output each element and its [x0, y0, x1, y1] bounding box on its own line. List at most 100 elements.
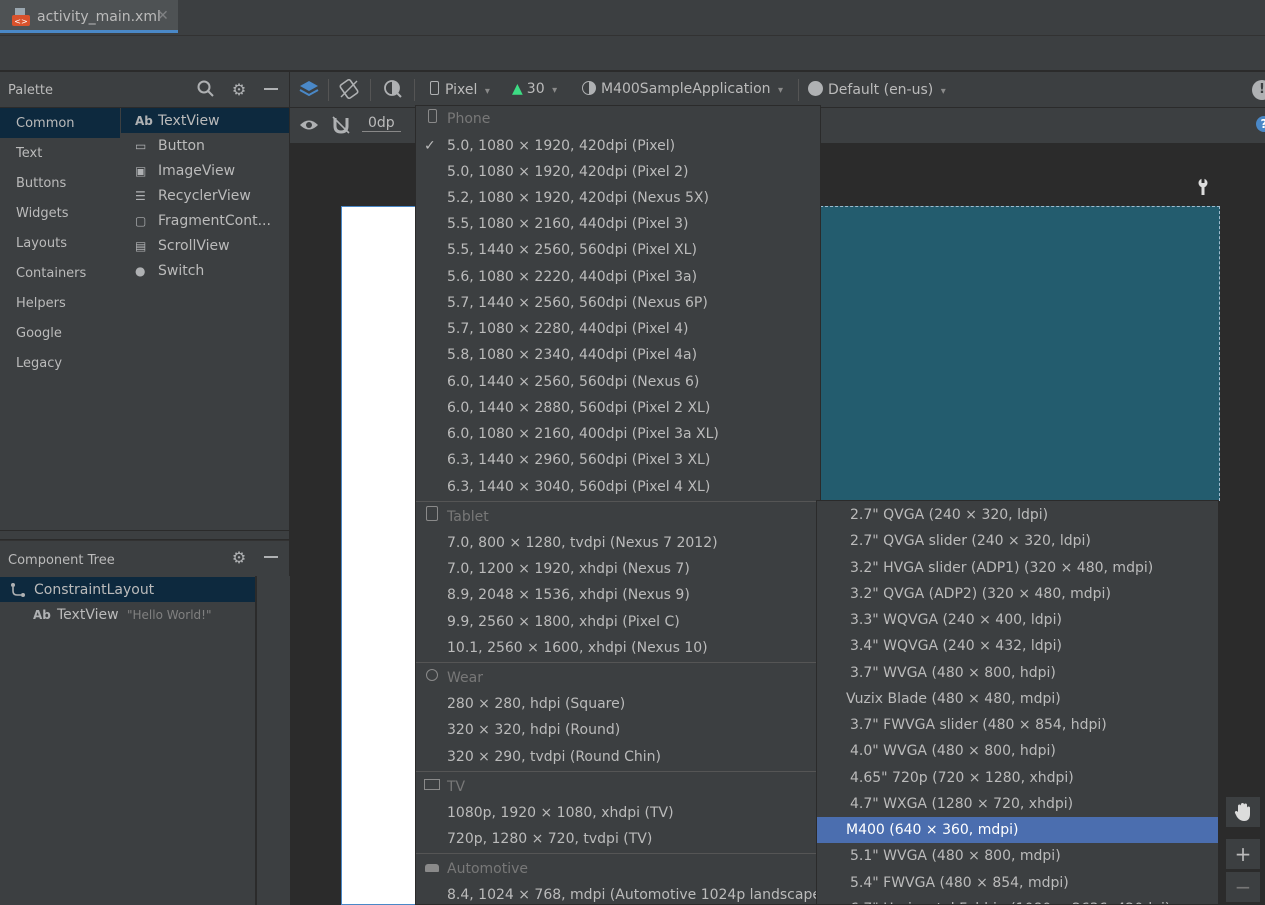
- switch-icon: ●: [135, 264, 146, 278]
- device-selector[interactable]: Pixel ▾: [430, 81, 490, 98]
- submenu-item[interactable]: 6.7" Horizontal Fold-in (1080 × 2636, 42…: [817, 896, 1218, 904]
- layers-icon[interactable]: [298, 78, 320, 104]
- palette-header: Palette ⚙: [0, 72, 289, 108]
- menu-item-device[interactable]: 5.8, 1080 × 2340, 440dpi (Pixel 4a): [416, 342, 820, 368]
- menu-item-device[interactable]: 7.0, 800 × 1280, tvdpi (Nexus 7 2012): [416, 530, 820, 556]
- menu-item-device[interactable]: 8.9, 2048 × 1536, xhdpi (Nexus 9): [416, 582, 820, 608]
- toolbar-separator: [370, 79, 371, 101]
- menu-item-device[interactable]: 6.0, 1440 × 2560, 560dpi (Nexus 6): [416, 369, 820, 395]
- tree-node-textview[interactable]: Ab TextView "Hello World!": [0, 602, 255, 627]
- gear-icon[interactable]: ⚙: [229, 80, 249, 100]
- palette-item-switch[interactable]: ● Switch: [121, 258, 289, 283]
- category-common[interactable]: Common: [0, 108, 120, 138]
- submenu-item[interactable]: 4.65" 720p (720 × 1280, xhdpi): [817, 765, 1218, 791]
- pan-hand-icon[interactable]: [1226, 797, 1260, 827]
- category-widgets[interactable]: Widgets: [0, 198, 120, 228]
- zoom-out-button[interactable]: −: [1226, 872, 1260, 902]
- menu-item-device[interactable]: 10.1, 2560 × 1600, xhdpi (Nexus 10): [416, 635, 820, 661]
- minimize-icon[interactable]: [261, 80, 281, 100]
- menu-item-device[interactable]: 720p, 1280 × 720, tvdpi (TV): [416, 826, 820, 852]
- palette-item-fragmentcontainer[interactable]: ▢ FragmentCont...: [121, 208, 289, 233]
- locale-label: Default (en-us): [828, 82, 934, 98]
- orientation-icon[interactable]: [338, 78, 360, 104]
- theme-selector[interactable]: M400SampleApplication ▾: [582, 81, 783, 97]
- menu-item-device[interactable]: 6.3, 1440 × 2960, 560dpi (Pixel 3 XL): [416, 447, 820, 473]
- palette-item-button[interactable]: ▭ Button: [121, 133, 289, 158]
- submenu-item-label: 3.2" HVGA slider (ADP1) (320 × 480, mdpi…: [850, 560, 1154, 576]
- submenu-item[interactable]: Vuzix Blade (480 × 480, mdpi): [817, 686, 1218, 712]
- category-google[interactable]: Google: [0, 318, 120, 348]
- menu-item-label: 5.2, 1080 × 1920, 420dpi (Nexus 5X): [447, 190, 709, 206]
- submenu-item[interactable]: 3.3" WQVGA (240 × 400, ldpi): [817, 607, 1218, 633]
- default-margin-field[interactable]: 0dp: [362, 115, 401, 132]
- menu-item-device[interactable]: 5.7, 1440 × 2560, 560dpi (Nexus 6P): [416, 290, 820, 316]
- menu-item-device[interactable]: 1080p, 1920 × 1080, xhdpi (TV): [416, 800, 820, 826]
- menu-item-device[interactable]: 5.5, 1440 × 2560, 560dpi (Pixel XL): [416, 237, 820, 263]
- palette-title: Palette: [8, 83, 54, 98]
- category-legacy[interactable]: Legacy: [0, 348, 120, 378]
- menu-item-device[interactable]: 9.9, 2560 × 1800, xhdpi (Pixel C): [416, 609, 820, 635]
- menu-item-device[interactable]: 6.0, 1080 × 2160, 400dpi (Pixel 3a XL): [416, 421, 820, 447]
- menu-item-device[interactable]: 8.4, 1024 × 768, mdpi (Automotive 1024p …: [416, 882, 820, 904]
- menu-item-device[interactable]: 5.0, 1080 × 1920, 420dpi (Pixel 2): [416, 159, 820, 185]
- api-level-selector[interactable]: ▲ 30 ▾: [512, 81, 557, 97]
- palette-item-label: FragmentCont...: [158, 213, 271, 229]
- gear-icon[interactable]: ⚙: [229, 548, 249, 568]
- menu-item-device[interactable]: ✓ 5.0, 1080 × 1920, 420dpi (Pixel): [416, 133, 820, 159]
- magnet-off-icon[interactable]: [330, 115, 352, 139]
- submenu-item[interactable]: 3.4" WQVGA (240 × 432, ldpi): [817, 633, 1218, 659]
- submenu-item-selected[interactable]: M400 (640 × 360, mdpi): [817, 817, 1218, 843]
- night-mode-icon[interactable]: [382, 78, 404, 104]
- menu-item-device[interactable]: 5.7, 1080 × 2280, 440dpi (Pixel 4): [416, 316, 820, 342]
- menu-item-device[interactable]: 6.3, 1440 × 3040, 560dpi (Pixel 4 XL): [416, 474, 820, 500]
- submenu-item[interactable]: 3.7" WVGA (480 × 800, hdpi): [817, 660, 1218, 686]
- category-helpers[interactable]: Helpers: [0, 288, 120, 318]
- eye-icon[interactable]: [298, 115, 320, 139]
- palette-item-imageview[interactable]: ▣ ImageView: [121, 158, 289, 183]
- menu-item-device[interactable]: 320 × 320, hdpi (Round): [416, 717, 820, 743]
- tree-node-constraintlayout[interactable]: ConstraintLayout: [0, 577, 255, 602]
- device-preview-frame[interactable]: [341, 206, 421, 905]
- menu-item-device[interactable]: 320 × 290, tvdpi (Round Chin): [416, 744, 820, 770]
- palette-item-textview[interactable]: Ab TextView: [121, 108, 289, 133]
- tab-activity-main[interactable]: <> activity_main.xml ✕: [0, 0, 178, 33]
- palette-item-scrollview[interactable]: ▤ ScrollView: [121, 233, 289, 258]
- category-text[interactable]: Text: [0, 138, 120, 168]
- chevron-down-icon: ▾: [940, 86, 946, 97]
- submenu-item[interactable]: 3.2" QVGA (ADP2) (320 × 480, mdpi): [817, 581, 1218, 607]
- menu-item-device[interactable]: 5.5, 1080 × 2160, 440dpi (Pixel 3): [416, 211, 820, 237]
- editor-tab-bar: <> activity_main.xml ✕: [0, 0, 1265, 36]
- help-icon[interactable]: ?: [1256, 116, 1265, 132]
- menu-item-device[interactable]: 5.6, 1080 × 2220, 440dpi (Pixel 3a): [416, 264, 820, 290]
- submenu-item[interactable]: 3.7" FWVGA slider (480 × 854, hdpi): [817, 712, 1218, 738]
- submenu-item[interactable]: 5.4" FWVGA (480 × 854, mdpi): [817, 870, 1218, 896]
- menu-item-device[interactable]: 5.2, 1080 × 1920, 420dpi (Nexus 5X): [416, 185, 820, 211]
- menu-item-label: 5.5, 1080 × 2160, 440dpi (Pixel 3): [447, 216, 689, 232]
- category-containers[interactable]: Containers: [0, 258, 120, 288]
- palette-item-recyclerview[interactable]: ☰ RecyclerView: [121, 183, 289, 208]
- category-layouts[interactable]: Layouts: [0, 228, 120, 258]
- submenu-item[interactable]: 5.1" WVGA (480 × 800, mdpi): [817, 843, 1218, 869]
- submenu-item[interactable]: 2.7" QVGA (240 × 320, ldpi): [817, 502, 1218, 528]
- submenu-item[interactable]: 4.7" WXGA (1280 × 720, xhdpi): [817, 791, 1218, 817]
- warning-icon[interactable]: !: [1252, 80, 1265, 100]
- category-buttons[interactable]: Buttons: [0, 168, 120, 198]
- submenu-item[interactable]: 4.0" WVGA (480 × 800, hdpi): [817, 738, 1218, 764]
- minimize-icon[interactable]: [261, 548, 281, 568]
- submenu-item[interactable]: 2.7" QVGA slider (240 × 320, ldpi): [817, 528, 1218, 554]
- menu-item-device[interactable]: 7.0, 1200 × 1920, xhdpi (Nexus 7): [416, 556, 820, 582]
- locale-selector[interactable]: Default (en-us) ▾: [808, 81, 946, 98]
- palette-categories: Common Text Buttons Widgets Layouts Cont…: [0, 108, 120, 378]
- blueprint-surface[interactable]: [820, 206, 1220, 501]
- menu-item-label: 8.9, 2048 × 1536, xhdpi (Nexus 9): [447, 587, 690, 603]
- zoom-in-button[interactable]: +: [1226, 839, 1260, 869]
- wrench-icon[interactable]: [1196, 178, 1210, 200]
- submenu-item[interactable]: 3.2" HVGA slider (ADP1) (320 × 480, mdpi…: [817, 555, 1218, 581]
- menu-item-device[interactable]: 6.0, 1440 × 2880, 560dpi (Pixel 2 XL): [416, 395, 820, 421]
- menu-item-device[interactable]: 280 × 280, hdpi (Square): [416, 691, 820, 717]
- tab-close-icon[interactable]: ✕: [157, 8, 169, 24]
- device-dropdown-menu: Phone ✓ 5.0, 1080 × 1920, 420dpi (Pixel) …: [415, 105, 821, 905]
- menu-item-label: 7.0, 800 × 1280, tvdpi (Nexus 7 2012): [447, 535, 718, 551]
- search-icon[interactable]: [196, 80, 216, 100]
- panel-splitter[interactable]: [0, 530, 289, 539]
